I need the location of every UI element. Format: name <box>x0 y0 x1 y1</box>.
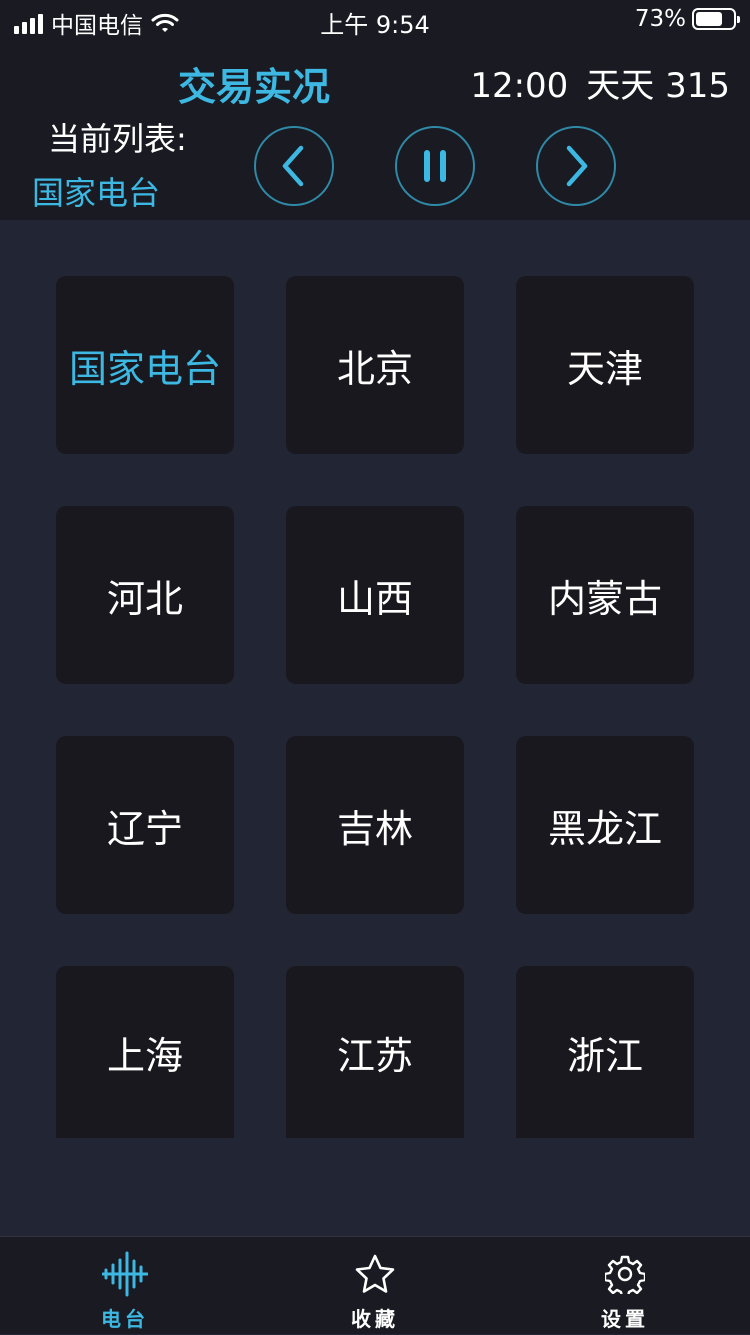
tab-label: 电台 <box>101 1307 149 1331</box>
page-title: 交易实况 <box>178 65 331 109</box>
next-button[interactable] <box>536 126 616 206</box>
station-tile[interactable]: 山西 <box>286 506 464 684</box>
tab-label: 设置 <box>601 1307 649 1331</box>
star-icon <box>354 1251 396 1297</box>
chevron-right-icon <box>566 145 588 187</box>
tab-radio[interactable]: 电台 <box>0 1237 250 1335</box>
station-tile[interactable]: 黑龙江 <box>516 736 694 914</box>
station-tile[interactable]: 国家电台 <box>56 276 234 454</box>
tab-settings[interactable]: 设置 <box>500 1237 750 1335</box>
header: 交易实况 12:00 天天 315 当前列表: 国家电台 <box>0 40 750 220</box>
waveform-icon <box>102 1251 148 1297</box>
status-right: 73% <box>634 6 740 32</box>
previous-button[interactable] <box>254 126 334 206</box>
station-tile[interactable]: 江苏 <box>286 966 464 1138</box>
now-playing-program: 天天 315 <box>586 66 730 106</box>
battery-percent: 73% <box>634 6 686 32</box>
now-playing-time: 12:00 <box>470 66 569 106</box>
station-tile[interactable]: 上海 <box>56 966 234 1138</box>
tab-bar: 电台 收藏 设置 <box>0 1236 750 1334</box>
status-bar: 中国电信 上午 9:54 73% <box>0 0 750 40</box>
battery-fill <box>696 12 723 26</box>
station-tile[interactable]: 辽宁 <box>56 736 234 914</box>
chevron-left-icon <box>282 145 304 187</box>
now-playing-info: 12:00 天天 315 <box>470 58 730 107</box>
pause-button[interactable] <box>395 126 475 206</box>
station-tile[interactable]: 天津 <box>516 276 694 454</box>
station-tile[interactable]: 内蒙古 <box>516 506 694 684</box>
tab-favorites[interactable]: 收藏 <box>250 1237 500 1335</box>
current-list-label: 当前列表: <box>48 120 187 158</box>
station-tile[interactable]: 北京 <box>286 276 464 454</box>
station-tile[interactable]: 河北 <box>56 506 234 684</box>
station-tile[interactable]: 浙江 <box>516 966 694 1138</box>
battery-icon <box>692 8 740 30</box>
station-tile[interactable]: 吉林 <box>286 736 464 914</box>
gear-icon <box>605 1251 645 1297</box>
tab-label: 收藏 <box>351 1307 399 1331</box>
pause-icon <box>424 150 446 182</box>
battery-cap <box>737 16 740 23</box>
current-list-value: 国家电台 <box>32 174 161 212</box>
